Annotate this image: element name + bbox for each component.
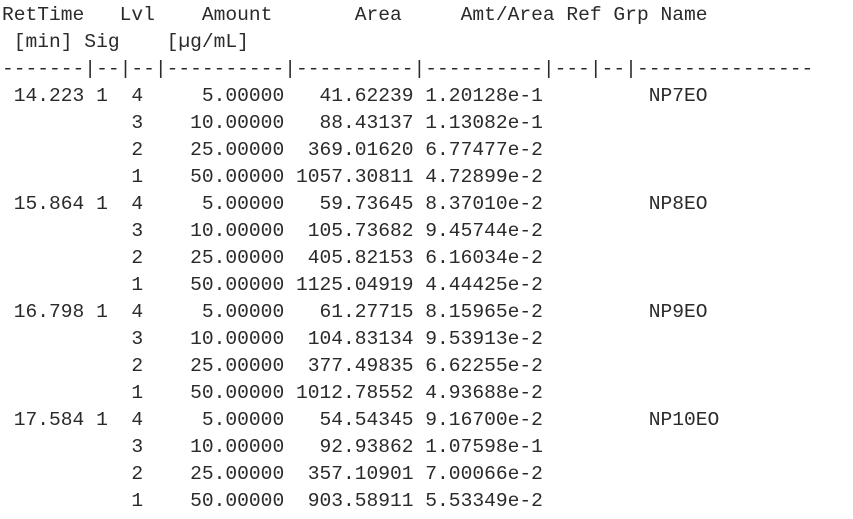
table-header-separator: -------|--|--|----------|----------|----… — [2, 58, 814, 80]
table-row: 3 10.00000 104.83134 9.53913e-2 — [2, 328, 543, 350]
table-row: 2 25.00000 369.01620 6.77477e-2 — [2, 139, 543, 161]
table-row: 2 25.00000 377.49835 6.62255e-2 — [2, 355, 543, 377]
table-header-row-2: [min] Sig [µg/mL] — [2, 31, 249, 53]
table-row: 3 10.00000 88.43137 1.13082e-1 — [2, 112, 543, 134]
table-row: 3 10.00000 92.93862 1.07598e-1 — [2, 436, 543, 458]
table-row: 2 25.00000 405.82153 6.16034e-2 — [2, 247, 543, 269]
table-row: 1 50.00000 903.58911 5.53349e-2 — [2, 490, 543, 512]
table-row: 1 50.00000 1012.78552 4.93688e-2 — [2, 382, 543, 404]
table-row: 15.864 1 4 5.00000 59.73645 8.37010e-2 N… — [2, 193, 708, 215]
table-header-row-1: RetTime Lvl Amount Area Amt/Area Ref Grp… — [2, 4, 708, 26]
table-row: 3 10.00000 105.73682 9.45744e-2 — [2, 220, 543, 242]
calibration-report-table: RetTime Lvl Amount Area Amt/Area Ref Grp… — [0, 0, 853, 515]
table-row: 1 50.00000 1125.04919 4.44425e-2 — [2, 274, 543, 296]
table-row: 2 25.00000 357.10901 7.00066e-2 — [2, 463, 543, 485]
table-row: 1 50.00000 1057.30811 4.72899e-2 — [2, 166, 543, 188]
table-row: 17.584 1 4 5.00000 54.54345 9.16700e-2 N… — [2, 409, 720, 431]
table-row: 16.798 1 4 5.00000 61.27715 8.15965e-2 N… — [2, 301, 708, 323]
table-row: 14.223 1 4 5.00000 41.62239 1.20128e-1 N… — [2, 85, 708, 107]
